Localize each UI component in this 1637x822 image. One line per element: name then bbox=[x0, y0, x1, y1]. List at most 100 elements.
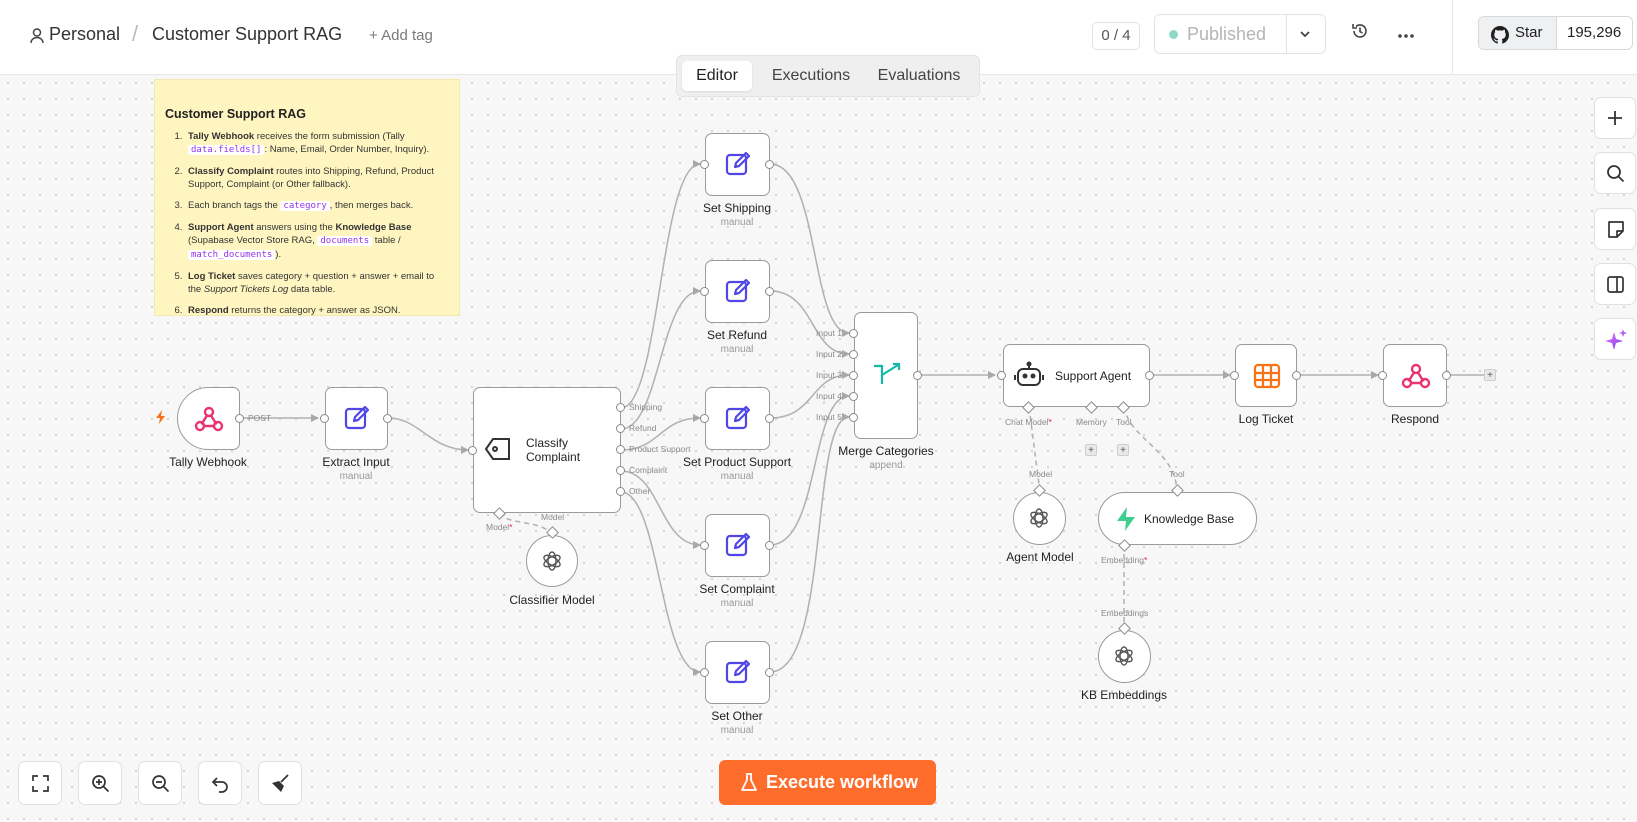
tab-editor[interactable]: Editor bbox=[682, 61, 752, 91]
output-port[interactable] bbox=[383, 414, 392, 423]
add-memory-button[interactable]: + bbox=[1085, 444, 1097, 456]
classifier-model-node[interactable] bbox=[526, 535, 578, 587]
set-product-support-node[interactable] bbox=[705, 387, 770, 450]
output-port-product-support[interactable] bbox=[616, 445, 625, 454]
set-refund-node[interactable] bbox=[705, 260, 770, 323]
github-star-button[interactable]: Star bbox=[1479, 17, 1557, 49]
search-nodes-button[interactable] bbox=[1594, 152, 1636, 194]
port-label: Input 1 bbox=[816, 328, 842, 338]
output-port[interactable] bbox=[765, 414, 774, 423]
port-label: Input 5 bbox=[816, 412, 842, 422]
port-label: Model bbox=[1029, 469, 1053, 479]
node-sublabel: manual bbox=[720, 217, 754, 228]
output-port[interactable] bbox=[765, 541, 774, 550]
input-port-2[interactable] bbox=[849, 350, 858, 359]
output-port[interactable] bbox=[765, 668, 774, 677]
output-port-complaint[interactable] bbox=[616, 466, 625, 475]
set-complaint-node[interactable] bbox=[705, 514, 770, 577]
add-node-side-button[interactable] bbox=[1594, 97, 1636, 139]
plus-icon bbox=[1606, 109, 1624, 132]
robot-icon bbox=[1014, 361, 1044, 394]
input-port[interactable] bbox=[700, 541, 709, 550]
execute-label: Execute workflow bbox=[766, 772, 919, 792]
extract-input-node[interactable] bbox=[325, 387, 388, 450]
execute-workflow-button[interactable]: Execute workflow bbox=[719, 760, 936, 805]
output-port-other[interactable] bbox=[616, 487, 625, 496]
knowledge-base-node[interactable]: Knowledge Base bbox=[1098, 492, 1257, 545]
input-port[interactable] bbox=[700, 160, 709, 169]
input-port-5[interactable] bbox=[849, 413, 858, 422]
input-port[interactable] bbox=[700, 668, 709, 677]
add-tag-button[interactable]: + Add tag bbox=[369, 27, 433, 44]
agent-model-node[interactable] bbox=[1013, 492, 1066, 545]
openai-icon bbox=[1027, 506, 1051, 535]
port-label-model: Model* bbox=[486, 522, 513, 532]
input-port[interactable] bbox=[468, 446, 477, 455]
undo-button[interactable] bbox=[198, 761, 242, 805]
add-tool-button[interactable]: + bbox=[1117, 444, 1129, 456]
node-label: Set Other bbox=[711, 709, 763, 723]
input-port[interactable] bbox=[320, 414, 329, 423]
output-port[interactable] bbox=[235, 414, 244, 423]
port-label: Product Support bbox=[629, 444, 691, 454]
support-agent-node[interactable]: Support Agent bbox=[1003, 344, 1150, 407]
input-port-4[interactable] bbox=[849, 392, 858, 401]
respond-node[interactable] bbox=[1383, 344, 1447, 407]
node-sublabel: append bbox=[869, 460, 903, 471]
edit-icon bbox=[724, 150, 752, 183]
input-port[interactable] bbox=[700, 414, 709, 423]
output-port[interactable] bbox=[1292, 371, 1301, 380]
set-shipping-node[interactable] bbox=[705, 133, 770, 196]
tidy-up-button[interactable] bbox=[258, 761, 302, 805]
table-icon bbox=[1253, 362, 1281, 395]
breadcrumb-project[interactable]: Personal bbox=[49, 24, 120, 45]
port-label: Tool bbox=[1116, 417, 1132, 427]
port-label: Tool bbox=[1169, 469, 1185, 479]
node-label: Agent Model bbox=[1006, 550, 1074, 564]
node-sublabel: manual bbox=[339, 471, 373, 482]
zoom-in-button[interactable] bbox=[78, 761, 122, 805]
output-port-refund[interactable] bbox=[616, 424, 625, 433]
node-label: Set Complaint bbox=[699, 582, 775, 596]
flask-icon bbox=[741, 773, 757, 797]
output-port[interactable] bbox=[765, 160, 774, 169]
port-label: Memory bbox=[1076, 417, 1107, 427]
input-port[interactable] bbox=[700, 287, 709, 296]
log-ticket-node[interactable] bbox=[1235, 344, 1297, 407]
tally-webhook-node[interactable] bbox=[177, 387, 240, 450]
chevron-down-icon[interactable] bbox=[1298, 23, 1312, 46]
output-port[interactable] bbox=[765, 287, 774, 296]
input-port-1[interactable] bbox=[849, 329, 858, 338]
tab-executions[interactable]: Executions bbox=[761, 61, 861, 91]
ai-assistant-button[interactable] bbox=[1594, 318, 1636, 360]
workflow-name[interactable]: Customer Support RAG bbox=[152, 24, 342, 45]
output-port[interactable] bbox=[1442, 371, 1451, 380]
sticky-note[interactable]: Customer Support RAG Tally Webhook recei… bbox=[154, 79, 460, 316]
merge-categories-node[interactable] bbox=[854, 312, 918, 439]
input-port[interactable] bbox=[997, 371, 1006, 380]
input-port[interactable] bbox=[1230, 371, 1239, 380]
history-icon[interactable] bbox=[1350, 21, 1370, 46]
edit-icon bbox=[724, 531, 752, 564]
input-port-3[interactable] bbox=[849, 371, 858, 380]
set-other-node[interactable] bbox=[705, 641, 770, 704]
add-node-button[interactable]: + bbox=[1484, 369, 1496, 381]
kb-embeddings-node[interactable] bbox=[1098, 630, 1151, 683]
zoom-out-button[interactable] bbox=[138, 761, 182, 805]
node-label: KB Embeddings bbox=[1080, 688, 1168, 702]
more-options-icon[interactable] bbox=[1396, 24, 1416, 45]
tab-evaluations[interactable]: Evaluations bbox=[869, 61, 969, 91]
publish-button[interactable]: Published bbox=[1154, 14, 1326, 54]
output-port[interactable] bbox=[913, 371, 922, 380]
classify-complaint-node[interactable]: Classify Complaint bbox=[473, 387, 621, 513]
github-star-widget[interactable]: Star 195,296 bbox=[1478, 16, 1633, 50]
fit-view-button[interactable] bbox=[18, 761, 62, 805]
node-label: Log Ticket bbox=[1238, 412, 1294, 426]
output-port[interactable] bbox=[1145, 371, 1154, 380]
input-port[interactable] bbox=[1378, 371, 1387, 380]
add-sticky-button[interactable] bbox=[1594, 208, 1636, 250]
output-port-shipping[interactable] bbox=[616, 403, 625, 412]
toggle-panel-button[interactable] bbox=[1594, 263, 1636, 305]
node-sublabel: manual bbox=[720, 598, 754, 609]
port-label: Shipping bbox=[629, 402, 663, 412]
